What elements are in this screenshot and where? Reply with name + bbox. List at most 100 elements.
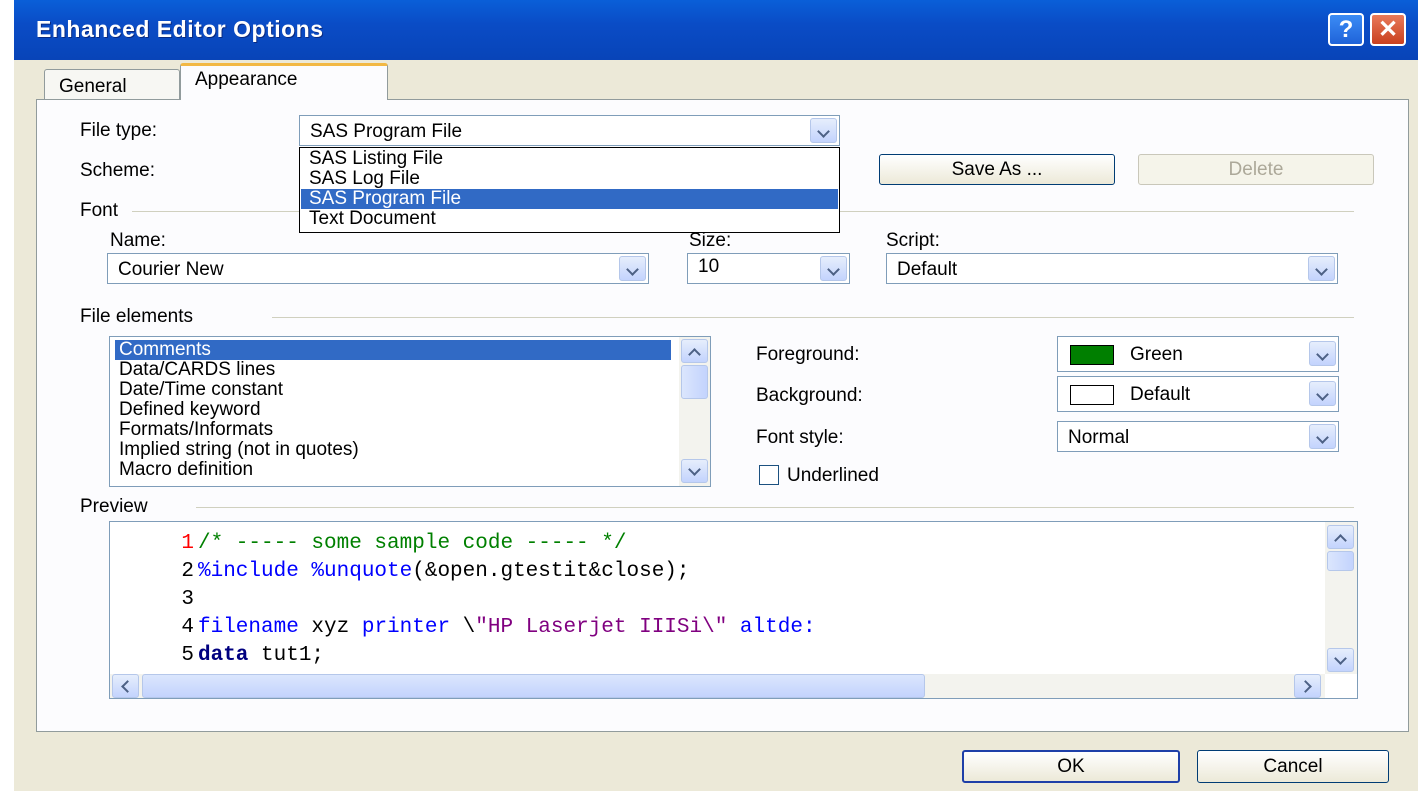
font-size-value: 10 bbox=[698, 256, 720, 277]
chevron-down-icon[interactable] bbox=[1309, 341, 1336, 366]
file-type-label: File type: bbox=[80, 120, 158, 141]
chevron-down-icon[interactable] bbox=[820, 256, 847, 281]
chevron-down-icon[interactable] bbox=[810, 118, 837, 143]
foreground-swatch bbox=[1070, 345, 1114, 365]
scheme-label: Scheme: bbox=[80, 160, 155, 181]
file-elements-group-label: File elements bbox=[80, 306, 193, 327]
background-swatch bbox=[1070, 385, 1114, 405]
scroll-down-icon[interactable] bbox=[681, 459, 708, 483]
line-number: 2 bbox=[181, 560, 194, 583]
scroll-up-icon[interactable] bbox=[1327, 525, 1354, 549]
foreground-value: Green bbox=[1130, 344, 1183, 365]
preview-vertical-scrollbar[interactable] bbox=[1325, 522, 1357, 674]
underlined-label: Underlined bbox=[787, 465, 879, 486]
help-button[interactable]: ? bbox=[1328, 13, 1364, 46]
dropdown-option[interactable]: SAS Log File bbox=[301, 169, 838, 189]
title-bar[interactable]: Enhanced Editor Options ? ✕ bbox=[14, 0, 1418, 60]
line-number: 3 bbox=[181, 588, 194, 611]
scroll-left-icon[interactable] bbox=[112, 674, 139, 698]
tab-general[interactable]: General bbox=[44, 69, 180, 99]
line-number: 4 bbox=[181, 616, 194, 639]
code-token: data bbox=[198, 644, 249, 667]
font-group-label: Font bbox=[80, 200, 119, 221]
code-token: /* ----- some sample code ----- */ bbox=[198, 532, 627, 555]
code-token: (&open.gtestit&close); bbox=[412, 560, 690, 583]
tab-general-label: General bbox=[59, 76, 127, 97]
chevron-down-icon[interactable] bbox=[1308, 256, 1335, 281]
code-token: altde: bbox=[727, 616, 816, 639]
code-line: 2 %include %unquote(&open.gtestit&close); bbox=[170, 558, 690, 586]
list-item[interactable]: Date/Time constant bbox=[115, 380, 287, 400]
preview-pane[interactable]: 1/* ----- some sample code ----- */2 %inc… bbox=[109, 521, 1358, 699]
delete-button[interactable]: Delete bbox=[1138, 154, 1374, 185]
window-title: Enhanced Editor Options bbox=[36, 16, 324, 42]
file-type-select[interactable]: SAS Program File bbox=[299, 115, 840, 146]
line-number: 1 bbox=[181, 532, 194, 555]
font-size-label: Size: bbox=[689, 230, 732, 251]
font-script-value: Default bbox=[897, 259, 958, 280]
list-item[interactable]: Macro definition bbox=[115, 460, 257, 480]
font-style-value: Normal bbox=[1068, 427, 1130, 448]
file-type-value: SAS Program File bbox=[310, 121, 463, 142]
dialog-window: Enhanced Editor Options ? ✕ General Appe… bbox=[14, 0, 1418, 791]
file-elements-list[interactable]: Comments Data/CARDS lines Date/Time cons… bbox=[109, 336, 711, 487]
foreground-label: Foreground: bbox=[756, 344, 860, 365]
background-value: Default bbox=[1130, 384, 1191, 405]
chevron-down-icon[interactable] bbox=[619, 256, 646, 281]
line-number: 5 bbox=[181, 644, 194, 667]
close-button[interactable]: ✕ bbox=[1370, 13, 1406, 46]
scroll-thumb[interactable] bbox=[142, 674, 925, 698]
ok-button[interactable]: OK bbox=[962, 750, 1180, 783]
font-script-select[interactable]: Default bbox=[886, 253, 1338, 284]
list-item[interactable]: Formats/Informats bbox=[115, 420, 277, 440]
code-token: "HP Laserjet IIISi\" bbox=[475, 616, 728, 639]
font-style-select[interactable]: Normal bbox=[1057, 421, 1339, 452]
save-as-button[interactable]: Save As ... bbox=[879, 154, 1115, 185]
list-item[interactable]: Defined keyword bbox=[115, 400, 265, 420]
code-line: 4 filename xyz printer \"HP Laserjet IIIS… bbox=[170, 614, 816, 642]
cancel-button[interactable]: Cancel bbox=[1197, 750, 1389, 783]
underlined-checkbox[interactable] bbox=[759, 465, 779, 485]
font-name-select[interactable]: Courier New bbox=[107, 253, 649, 284]
code-token: %include %unquote bbox=[198, 560, 413, 583]
code-token: tut1; bbox=[248, 644, 325, 667]
background-label: Background: bbox=[756, 385, 863, 406]
chevron-down-icon[interactable] bbox=[1309, 424, 1336, 449]
code-token: xyz bbox=[298, 616, 362, 639]
code-line: 3 bbox=[170, 586, 198, 614]
code-line: 1/* ----- some sample code ----- */ bbox=[170, 530, 626, 558]
code-token: printer bbox=[361, 616, 451, 639]
code-token: \ bbox=[450, 616, 476, 639]
scroll-thumb[interactable] bbox=[681, 365, 708, 399]
font-name-value: Courier New bbox=[118, 259, 224, 280]
code-line: 5 data tut1; bbox=[170, 642, 324, 670]
preview-divider bbox=[196, 507, 1354, 508]
font-name-label: Name: bbox=[110, 230, 166, 251]
dropdown-option[interactable]: SAS Listing File bbox=[301, 149, 838, 169]
list-item[interactable]: Data/CARDS lines bbox=[115, 360, 279, 380]
chevron-down-icon[interactable] bbox=[1309, 381, 1336, 406]
scroll-up-icon[interactable] bbox=[681, 339, 708, 363]
file-type-dropdown-list[interactable]: SAS Listing File SAS Log File SAS Progra… bbox=[299, 147, 840, 233]
code-token: filename bbox=[198, 616, 299, 639]
scroll-thumb[interactable] bbox=[1327, 551, 1354, 571]
scroll-down-icon[interactable] bbox=[1327, 648, 1354, 672]
file-elements-divider bbox=[272, 317, 1354, 318]
font-style-label: Font style: bbox=[756, 427, 844, 448]
preview-horizontal-scrollbar[interactable] bbox=[110, 674, 1325, 698]
background-color-select[interactable]: Default bbox=[1057, 376, 1339, 412]
list-item[interactable]: Implied string (not in quotes) bbox=[115, 440, 363, 460]
dropdown-option-selected[interactable]: SAS Program File bbox=[301, 189, 838, 209]
list-vertical-scrollbar[interactable] bbox=[679, 337, 710, 486]
help-icon: ? bbox=[1338, 16, 1354, 43]
close-icon: ✕ bbox=[1377, 16, 1399, 43]
list-item[interactable]: Comments bbox=[115, 340, 671, 360]
preview-group-label: Preview bbox=[80, 496, 148, 517]
tab-appearance[interactable]: Appearance bbox=[180, 63, 388, 100]
tab-appearance-label: Appearance bbox=[195, 69, 298, 90]
scroll-right-icon[interactable] bbox=[1294, 674, 1321, 698]
font-size-select[interactable]: 10 bbox=[687, 253, 850, 284]
font-script-label: Script: bbox=[886, 230, 940, 251]
foreground-color-select[interactable]: Green bbox=[1057, 336, 1339, 372]
dropdown-option[interactable]: Text Document bbox=[301, 209, 838, 229]
